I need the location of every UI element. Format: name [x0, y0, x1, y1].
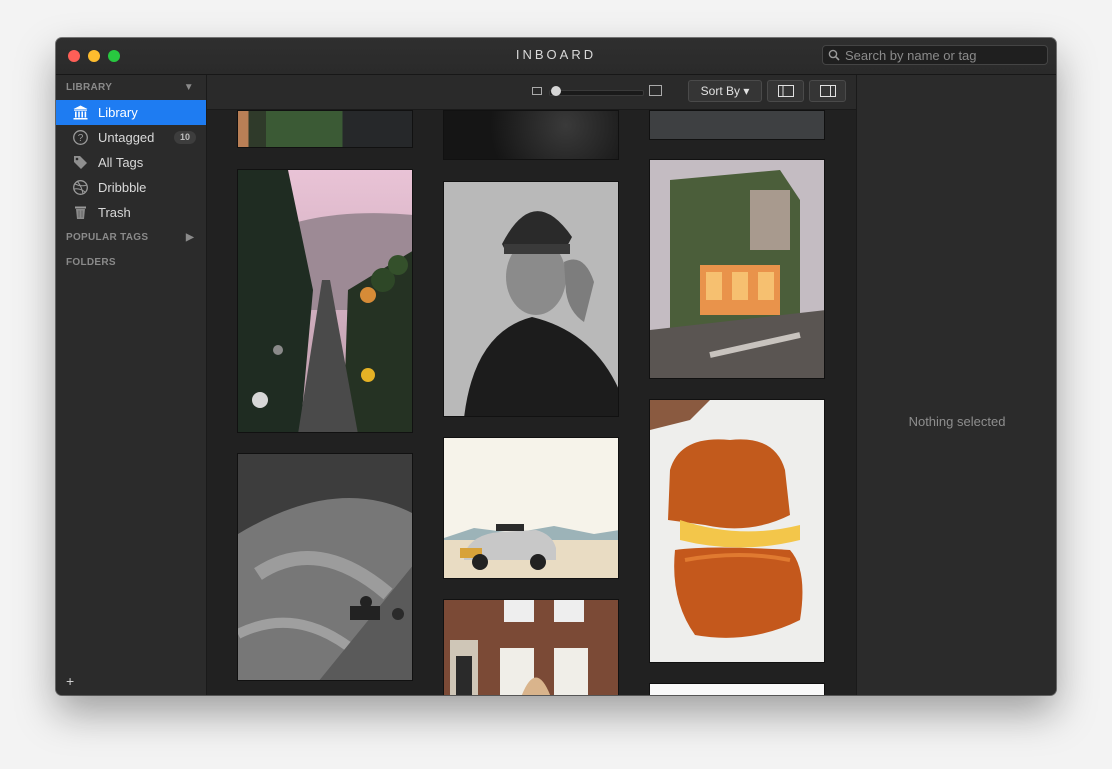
zoom-in-icon[interactable] [649, 85, 662, 96]
sidebar-item-label: Dribbble [98, 180, 147, 195]
stairs-bw-image [238, 454, 412, 680]
untagged-count-badge: 10 [174, 131, 196, 144]
folders-header-label: FOLDERS [66, 257, 116, 268]
cafe-image [650, 160, 824, 378]
palm-street-image [238, 170, 412, 432]
rally-car-image [444, 438, 618, 578]
trash-icon [75, 206, 86, 219]
library-header-label: LIBRARY [66, 82, 113, 93]
tag-icon [74, 156, 87, 169]
search-input[interactable]: Search by name or tag [822, 45, 1048, 65]
sidebar-item-all-tags[interactable]: All Tags [56, 150, 206, 175]
photo-brick-townhouse[interactable] [443, 599, 619, 695]
toolbar: Sort By ▾ [207, 75, 856, 110]
sidebar-item-label: All Tags [98, 155, 144, 170]
library-section-header[interactable]: LIBRARY ▼ [56, 75, 206, 100]
zoom-out-icon[interactable] [532, 87, 542, 95]
toggle-sidebar-button[interactable] [767, 80, 804, 102]
sidebar-item-untagged[interactable]: ? Untagged 10 [56, 125, 206, 150]
question-icon: ? [73, 130, 88, 145]
photo-city-street-partial[interactable] [237, 110, 413, 148]
sandwich-image [650, 400, 824, 662]
library-icon [73, 105, 88, 120]
sidebar-item-label: Trash [98, 205, 131, 220]
photo-ivy-covered-cafe[interactable] [649, 159, 825, 379]
search-icon [828, 49, 840, 61]
sidebar-item-dribbble[interactable]: Dribbble [56, 175, 206, 200]
toggle-inspector-button[interactable] [809, 80, 846, 102]
expand-triangle-icon[interactable]: ▶ [186, 225, 194, 250]
portrait-image [444, 182, 618, 416]
townhouse-image [444, 600, 618, 695]
photo-white-partial[interactable] [649, 683, 825, 695]
sidebar: LIBRARY ▼ Library ? Untagged 10 All Tags… [56, 75, 207, 695]
sidebar-item-label: Untagged [98, 130, 155, 145]
zoom-slider[interactable] [549, 90, 644, 96]
svg-text:?: ? [78, 133, 84, 144]
add-button[interactable]: + [66, 673, 74, 689]
photo-people-on-stairs-bw[interactable] [237, 453, 413, 681]
photo-grilled-cheese-sandwich[interactable] [649, 399, 825, 663]
photo-man-in-beanie-portrait[interactable] [443, 181, 619, 417]
dribbble-icon [73, 180, 88, 195]
folders-section-header[interactable]: FOLDERS [56, 250, 206, 275]
photo-rally-car-on-beach[interactable] [443, 437, 619, 579]
empty-selection-text: Nothing selected [908, 414, 1006, 429]
sidebar-item-label: Library [98, 105, 138, 120]
collapse-triangle-icon[interactable]: ▼ [184, 75, 194, 100]
sort-by-button[interactable]: Sort By ▾ [688, 80, 762, 102]
photo-palm-tree-street[interactable] [237, 169, 413, 433]
search-placeholder: Search by name or tag [845, 48, 977, 63]
sidebar-layout-icon [777, 85, 794, 97]
popular-tags-header-label: POPULAR TAGS [66, 232, 149, 243]
title-bar: INBOARD Search by name or tag [56, 38, 1056, 75]
popular-tags-section-header[interactable]: POPULAR TAGS ▶ [56, 225, 206, 250]
sidebar-item-library[interactable]: Library [56, 100, 206, 125]
inspector-panel: Nothing selected [856, 75, 1056, 695]
app-window: INBOARD Search by name or tag LIBRARY ▼ [56, 38, 1056, 695]
inspector-layout-icon [819, 85, 836, 97]
photo-grid [207, 110, 856, 695]
main-content: Sort By ▾ [207, 75, 856, 695]
photo-night-sky-partial[interactable] [443, 110, 619, 160]
photo-gray-partial[interactable] [649, 110, 825, 140]
sidebar-item-trash[interactable]: Trash [56, 200, 206, 225]
